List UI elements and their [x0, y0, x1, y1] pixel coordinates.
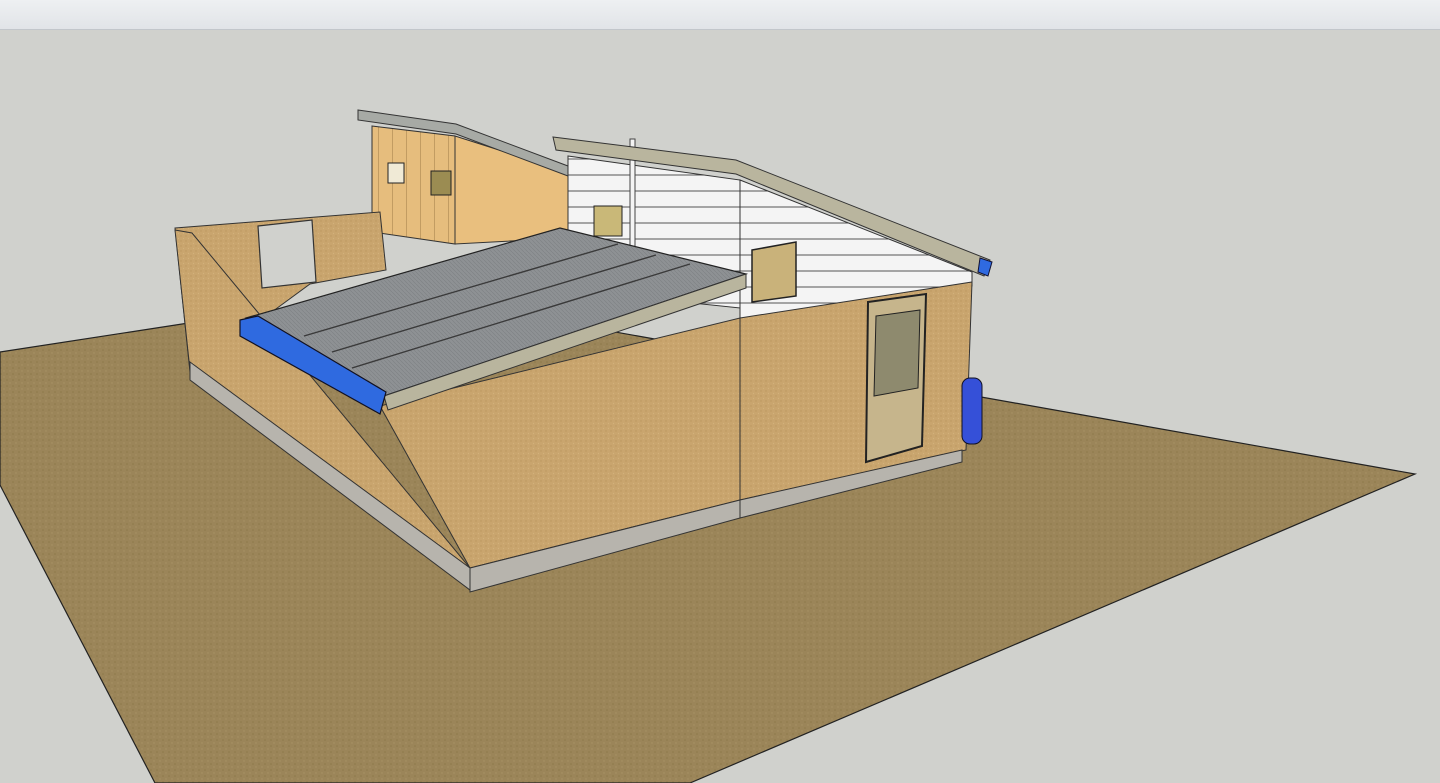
- window-title-bar: [0, 0, 1440, 30]
- back-wall-window: [387, 162, 405, 184]
- siding-window: [593, 205, 623, 237]
- model-viewport[interactable]: [0, 30, 1440, 783]
- rain-barrel: [961, 377, 983, 445]
- house-model-scene[interactable]: [0, 30, 1440, 783]
- siding-side-window: [751, 241, 797, 303]
- back-wall-window: [430, 170, 452, 196]
- courtyard-opening: [257, 219, 317, 289]
- front-door-glass: [873, 309, 921, 397]
